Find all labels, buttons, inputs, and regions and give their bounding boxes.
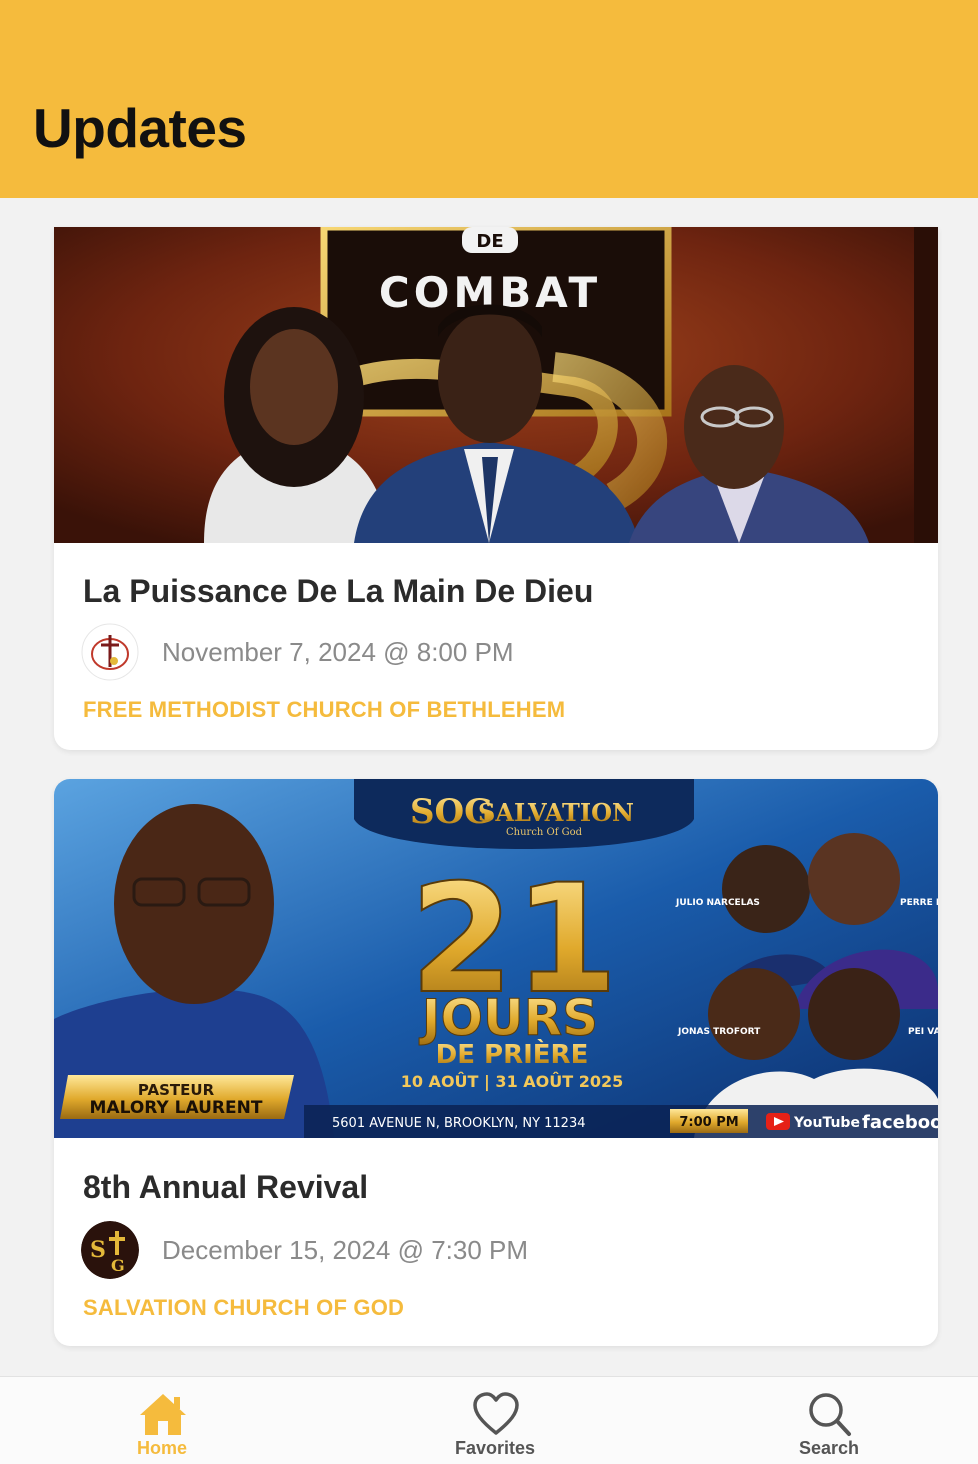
page-title: Updates xyxy=(33,97,247,159)
event-title[interactable]: La Puissance De La Main De Dieu xyxy=(83,573,593,610)
church-logo: S G xyxy=(81,1221,139,1279)
tab-label: Favorites xyxy=(454,1438,536,1458)
poster-de-text: DE xyxy=(476,231,503,252)
svg-text:S: S xyxy=(90,1237,106,1263)
heart-icon xyxy=(473,1392,519,1435)
home-icon xyxy=(140,1394,186,1435)
svg-text:JONAS TROFORT: JONAS TROFORT xyxy=(677,1027,761,1037)
free-methodist-logo-icon xyxy=(81,623,139,681)
event-image[interactable]: SOG SALVATION Church Of God PASTEUR MALO… xyxy=(54,779,938,1138)
church-logo xyxy=(81,623,139,681)
svg-text:JULIO NARCELAS: JULIO NARCELAS xyxy=(675,898,760,908)
tab-search[interactable]: Search xyxy=(729,1377,929,1464)
poster-time: 7:00 PM xyxy=(679,1115,738,1130)
pastor-label: PASTEUR MALORY LAURENT xyxy=(60,1075,294,1119)
event-title[interactable]: 8th Annual Revival xyxy=(83,1169,368,1206)
event-card[interactable]: DE COMBAT La Puissance De La Main De Die… xyxy=(54,227,938,750)
svg-text:PERRE ROCH: PERRE ROCH xyxy=(900,898,938,908)
event-card[interactable]: SOG SALVATION Church Of God PASTEUR MALO… xyxy=(54,779,938,1346)
event-organization[interactable]: FREE METHODIST CHURCH OF BETHLEHEM xyxy=(83,697,565,723)
tab-home[interactable]: Home xyxy=(62,1377,262,1464)
svg-text:faceboo: faceboo xyxy=(862,1112,938,1133)
salvation-church-logo-icon: S G xyxy=(81,1221,139,1279)
bottom-tab-bar: Home Favorites Search xyxy=(0,1376,978,1464)
app-screen: Updates DE COMBAT La Puissance De La Mai… xyxy=(0,0,978,1464)
svg-text:G: G xyxy=(111,1256,125,1275)
tab-favorites[interactable]: Favorites xyxy=(395,1377,595,1464)
poster-brand-sub: Church Of God xyxy=(506,827,583,838)
event-poster-21-jours: SOG SALVATION Church Of God PASTEUR MALO… xyxy=(54,779,938,1138)
event-poster-combat: DE COMBAT xyxy=(54,227,938,543)
poster-subheadline: DE PRIÈRE xyxy=(436,1038,589,1070)
tab-label: Search xyxy=(798,1438,860,1458)
svg-text:PASTEUR: PASTEUR xyxy=(138,1081,215,1099)
svg-text:YouTube: YouTube xyxy=(793,1115,860,1131)
poster-dates: 10 AOÛT | 31 AOÛT 2025 xyxy=(401,1072,624,1092)
event-date: December 15, 2024 @ 7:30 PM xyxy=(162,1235,529,1265)
poster-brand: SALVATION xyxy=(478,798,634,827)
poster-headline: JOURS xyxy=(419,989,598,1047)
svg-text:PEI VALL: PEI VALL xyxy=(908,1027,938,1037)
poster-address: 5601 AVENUE N, BROOKLYN, NY 11234 xyxy=(332,1116,586,1131)
tab-label: Home xyxy=(136,1438,187,1458)
svg-text:MALORY LAURENT: MALORY LAURENT xyxy=(90,1098,263,1118)
header-bar: Updates xyxy=(0,0,978,198)
event-organization[interactable]: SALVATION CHURCH OF GOD xyxy=(83,1295,404,1321)
updates-feed[interactable]: DE COMBAT La Puissance De La Main De Die… xyxy=(0,198,978,1376)
event-date: November 7, 2024 @ 8:00 PM xyxy=(162,637,514,667)
event-image[interactable]: DE COMBAT xyxy=(54,227,938,543)
search-icon xyxy=(809,1393,851,1436)
